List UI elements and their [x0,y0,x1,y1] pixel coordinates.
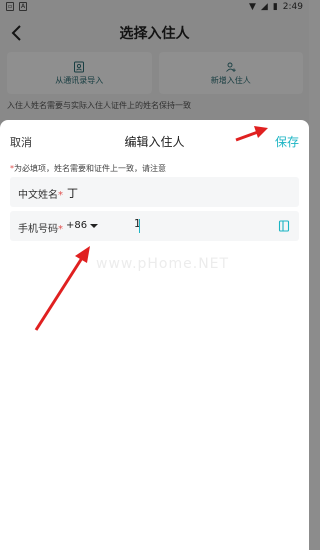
phone-number-field[interactable]: 手机号码* +86 1 [10,211,299,241]
text-cursor [139,219,140,233]
required-star: * [58,190,63,201]
contact-picker-icon[interactable] [278,220,290,232]
save-button[interactable]: 保存 [275,133,299,150]
required-star: * [58,224,63,235]
edit-guest-sheet: 取消 编辑入住人 保存 *为必填项，姓名需要和证件上一致，请注意 中文姓名* 丁… [0,120,309,550]
required-note: *为必填项，姓名需要和证件上一致，请注意 [10,163,166,174]
sheet-title: 编辑入住人 [124,135,185,149]
chinese-name-label: 中文姓名 [18,190,58,201]
watermark: www.pHome.NET [96,256,230,272]
country-code-value: +86 [66,220,88,231]
chinese-name-field[interactable]: 中文姓名* 丁 [10,177,299,207]
dropdown-caret-icon [90,223,99,228]
phone-number-label: 手机号码 [18,224,58,235]
country-code-selector[interactable]: +86 [66,220,99,231]
required-note-text: 为必填项，姓名需要和证件上一致，请注意 [14,164,166,173]
sheet-header: 取消 编辑入住人 保存 [0,120,309,160]
chinese-name-input[interactable]: 丁 [67,185,78,201]
phone-number-input[interactable]: 1 [134,217,274,235]
